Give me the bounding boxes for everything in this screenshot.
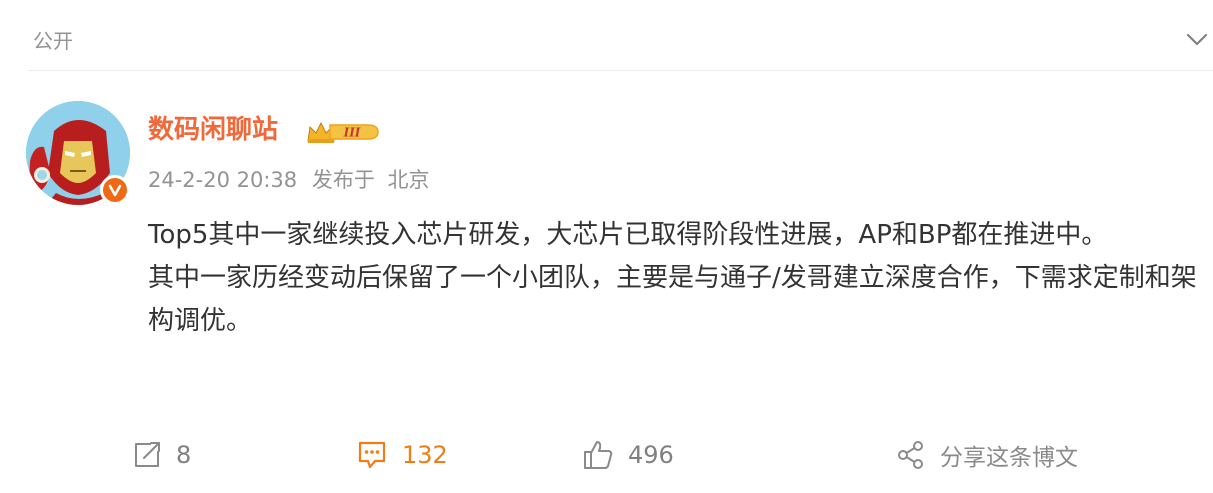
comment-button[interactable]: 132	[356, 435, 448, 475]
divider	[28, 70, 1213, 71]
location-prefix: 发布于	[311, 168, 375, 192]
share-label: 分享这条博文	[940, 445, 1078, 471]
comment-count: 132	[402, 441, 448, 469]
verified-badge-icon	[100, 175, 130, 205]
repost-button[interactable]: 8	[132, 435, 191, 475]
like-count: 496	[628, 441, 674, 469]
repost-icon	[135, 442, 160, 467]
repost-count: 8	[176, 441, 192, 469]
thumbs-up-icon	[584, 441, 613, 469]
like-button[interactable]: 496	[582, 435, 674, 475]
chevron-down-icon[interactable]	[1185, 30, 1209, 50]
post-location: 北京	[387, 168, 430, 192]
post-paragraph: Top5其中一家继续投入芯片研发，大芯片已取得阶段性进展，AP和BP都在推进中。	[148, 220, 1108, 250]
author-avatar-container[interactable]	[26, 101, 132, 207]
visibility-bar[interactable]: 公开	[0, 0, 1213, 72]
share-icon	[898, 441, 923, 469]
vip-level-text: III	[343, 126, 361, 140]
author-name[interactable]: 数码闲聊站	[148, 112, 278, 148]
vip-crown-badge-icon[interactable]: III	[306, 119, 382, 145]
post-content: Top5其中一家继续投入芯片研发，大芯片已取得阶段性进展，AP和BP都在推进中。…	[148, 214, 1200, 343]
comment-icon	[358, 441, 386, 469]
share-button[interactable]: 分享这条博文	[896, 435, 1078, 475]
post-paragraph: 其中一家历经变动后保留了一个小团队，主要是与通子/发哥建立深度合作，下需求定制和…	[148, 263, 1197, 336]
visibility-label: 公开	[33, 29, 73, 53]
post-timestamp[interactable]: 24-2-20 20:38	[148, 168, 297, 192]
post-meta: 24-2-20 20:38 发布于 北京	[148, 164, 430, 196]
